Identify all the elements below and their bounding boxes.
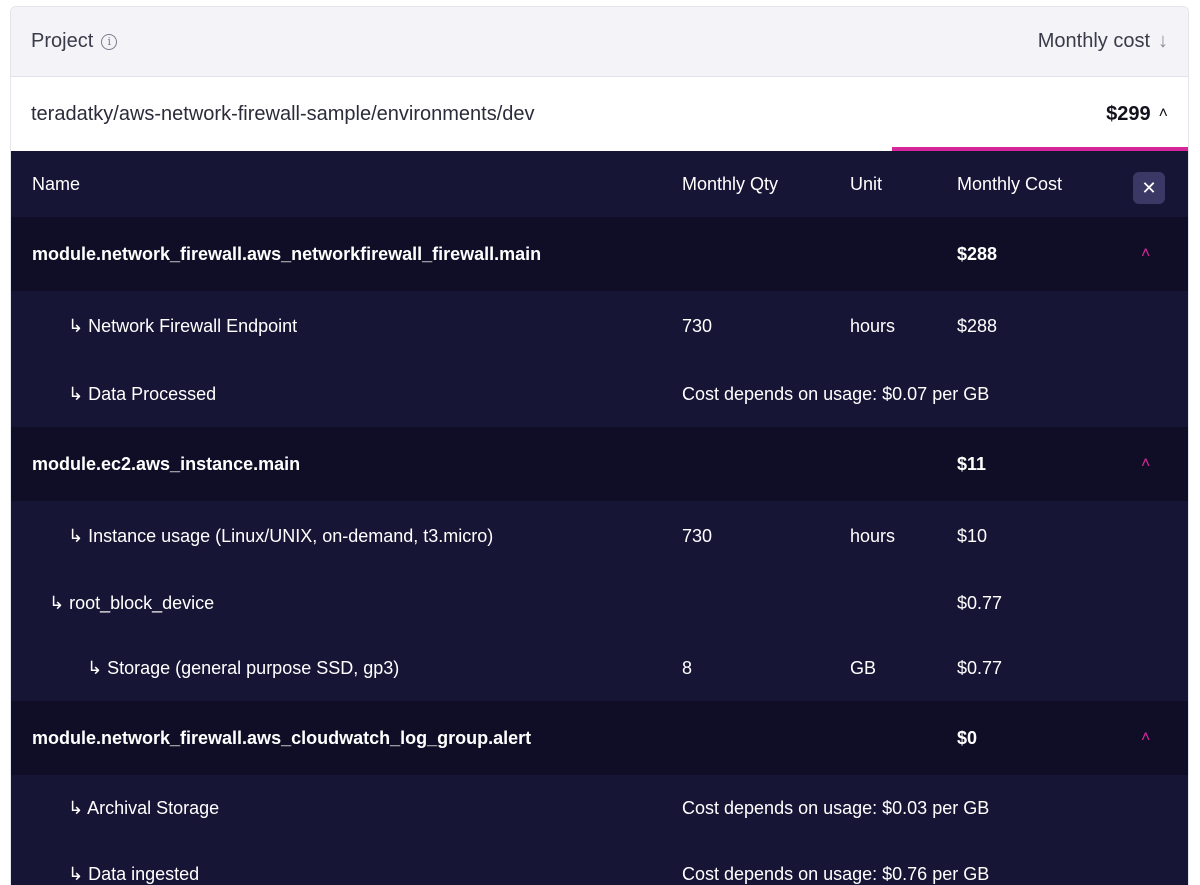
component-cost: $288: [957, 315, 998, 336]
cost-breakdown-panel: Project i Monthly cost ↓ teradatky/aws-n…: [10, 6, 1189, 885]
cost-column-header: Monthly Cost: [957, 173, 1063, 194]
monthly-cost-sort-header[interactable]: Monthly cost ↓: [1038, 30, 1168, 53]
usage-cost-note: Cost depends on usage: $0.76 per GB: [682, 863, 990, 884]
subresource-cost: $0.77: [957, 593, 1003, 613]
project-path: teradatky/aws-network-firewall-sample/en…: [31, 102, 535, 125]
cost-component-row: ↳ Data Processed Cost depends on usage: …: [11, 361, 1188, 427]
resource-cost: $0: [957, 727, 978, 748]
resource-name: module.network_firewall.aws_cloudwatch_l…: [32, 727, 532, 748]
chevron-up-icon[interactable]: ˄: [1141, 245, 1150, 263]
chevron-up-icon[interactable]: ˄: [1141, 729, 1150, 747]
component-name: ↳ Data ingested: [68, 863, 200, 884]
cost-component-row: ↳ Archival Storage Cost depends on usage…: [11, 775, 1188, 841]
name-column-header: Name: [32, 173, 81, 194]
project-row[interactable]: teradatky/aws-network-firewall-sample/en…: [11, 77, 1188, 151]
project-cost: $299 ˄: [1106, 103, 1168, 126]
cost-component-row: ↳ Instance usage (Linux/UNIX, on-demand,…: [11, 501, 1188, 571]
project-cost-value: $299: [1106, 102, 1151, 125]
unit-column-header: Unit: [850, 173, 883, 194]
resource-cost: $11: [957, 453, 987, 474]
component-unit: hours: [850, 525, 896, 546]
resource-name: module.network_firewall.aws_networkfirew…: [32, 243, 542, 264]
component-name: ↳ Network Firewall Endpoint: [68, 315, 298, 336]
breakdown-header-row: Name Monthly Qty Unit Monthly Cost ✕: [11, 151, 1188, 217]
cost-component-row: ↳ Network Firewall Endpoint 730 hours $2…: [11, 291, 1188, 361]
component-cost: $0.77: [957, 658, 1003, 678]
close-icon[interactable]: ✕: [1133, 172, 1165, 204]
component-unit: GB: [850, 658, 877, 678]
component-qty: 8: [682, 658, 693, 678]
arrow-down-icon: ↓: [1158, 30, 1168, 52]
usage-cost-note: Cost depends on usage: $0.03 per GB: [682, 797, 990, 818]
component-qty: 730: [682, 315, 713, 336]
component-name: ↳ Storage (general purpose SSD, gp3): [87, 658, 400, 678]
component-unit: hours: [850, 315, 896, 336]
cost-component-row: ↳ Data ingested Cost depends on usage: $…: [11, 841, 1188, 885]
chevron-up-icon[interactable]: ˄: [1141, 455, 1150, 473]
resource-row[interactable]: module.network_firewall.aws_cloudwatch_l…: [11, 701, 1188, 775]
subresource-name: ↳ root_block_device: [49, 593, 215, 613]
project-table-header: Project i Monthly cost ↓: [11, 7, 1188, 77]
monthly-cost-label: Monthly cost: [1037, 30, 1150, 52]
qty-column-header: Monthly Qty: [682, 173, 779, 194]
chevron-up-icon[interactable]: ˄: [1159, 105, 1168, 123]
resource-name: module.ec2.aws_instance.main: [32, 453, 301, 474]
resource-row[interactable]: module.network_firewall.aws_networkfirew…: [11, 217, 1188, 291]
resource-row[interactable]: module.ec2.aws_instance.main $11 ˄: [11, 427, 1188, 501]
info-icon[interactable]: i: [101, 33, 118, 50]
component-name: ↳ Archival Storage: [68, 797, 220, 818]
component-qty: 730: [682, 525, 713, 546]
project-label: Project: [31, 30, 94, 52]
usage-cost-note: Cost depends on usage: $0.07 per GB: [682, 383, 990, 404]
subresource-row: ↳ root_block_device $0.77: [11, 571, 1188, 636]
component-cost: $10: [957, 525, 988, 546]
project-column-header: Project i: [31, 30, 118, 53]
resource-cost: $288: [957, 243, 998, 264]
resource-breakdown-table: Name Monthly Qty Unit Monthly Cost ✕ mod…: [11, 151, 1188, 885]
component-name: ↳ Instance usage (Linux/UNIX, on-demand,…: [68, 525, 494, 546]
component-name: ↳ Data Processed: [68, 383, 217, 404]
cost-component-row: ↳ Storage (general purpose SSD, gp3) 8 G…: [11, 636, 1188, 701]
